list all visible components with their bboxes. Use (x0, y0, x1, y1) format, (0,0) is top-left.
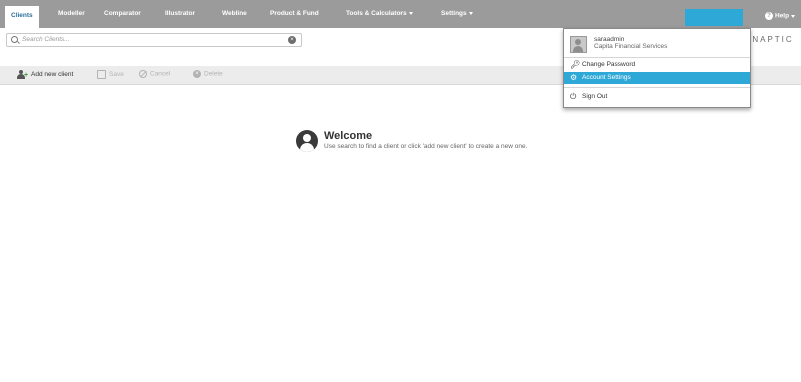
add-client-button[interactable]: + Add new client (16, 70, 73, 79)
tab-webline[interactable]: Webline (222, 10, 247, 17)
save-label: Save (109, 71, 124, 79)
search-icon (11, 36, 18, 43)
username: saraadmin (594, 36, 625, 43)
tab-modeller[interactable]: Modeller (58, 10, 85, 17)
gear-icon: ⚙ (570, 73, 578, 82)
search-placeholder: Search Clients... (22, 36, 70, 43)
cancel-label: Cancel (150, 70, 171, 78)
account-settings-item[interactable]: ⚙ Account Settings (564, 72, 750, 84)
welcome-message: Use search to find a client or click 'ad… (324, 143, 528, 150)
top-navigation-bar: Clients Modeller Comparator Illustrator … (0, 0, 801, 28)
add-client-label: Add new client (31, 71, 74, 79)
chevron-down-icon (791, 14, 796, 18)
save-icon (97, 70, 106, 79)
welcome-title: Welcome (324, 130, 373, 142)
user-menu-tab[interactable] (685, 9, 743, 26)
tab-product-fund[interactable]: Product & Fund (270, 10, 319, 17)
tab-comparator[interactable]: Comparator (104, 10, 141, 17)
avatar (570, 36, 587, 53)
change-password-item[interactable]: 🔑︎ Change Password (564, 59, 750, 71)
user-avatar-icon (296, 130, 318, 152)
key-icon: 🔑︎ (570, 60, 581, 69)
delete-button[interactable]: × Delete (193, 70, 223, 78)
tab-tools-calculators[interactable]: Tools & Calculators (346, 10, 413, 17)
change-password-label: Change Password (582, 61, 636, 68)
sign-out-label: Sign Out (582, 93, 608, 100)
help-icon: ? (765, 12, 773, 20)
user-info: saraadmin Capita Financial Services (568, 33, 744, 55)
help-menu[interactable]: ? Help (765, 12, 796, 20)
save-button[interactable]: Save (97, 70, 124, 79)
chevron-down-icon (408, 11, 413, 15)
tab-clients[interactable]: Clients (5, 6, 39, 28)
clear-search-icon[interactable]: × (288, 36, 296, 44)
account-settings-label: Account Settings (582, 74, 631, 81)
menu-divider (564, 57, 750, 58)
cancel-button[interactable]: Cancel (139, 70, 170, 78)
tab-settings[interactable]: Settings (441, 10, 473, 17)
tab-illustrator[interactable]: Illustrator (165, 10, 195, 17)
user-dropdown-menu: saraadmin Capita Financial Services 🔑︎ C… (563, 28, 751, 108)
chevron-down-icon (468, 11, 473, 15)
delete-label: Delete (204, 70, 223, 78)
delete-icon: × (193, 70, 201, 78)
menu-divider (564, 87, 750, 88)
search-input[interactable]: Search Clients... × (6, 33, 302, 47)
cancel-icon (139, 70, 147, 78)
brand-logo: YNAPTIC (745, 35, 794, 44)
organisation-name: Capita Financial Services (594, 43, 668, 50)
power-icon: ⏻ (570, 92, 577, 101)
add-user-icon: + (16, 70, 28, 79)
sign-out-item[interactable]: ⏻ Sign Out (564, 91, 750, 103)
